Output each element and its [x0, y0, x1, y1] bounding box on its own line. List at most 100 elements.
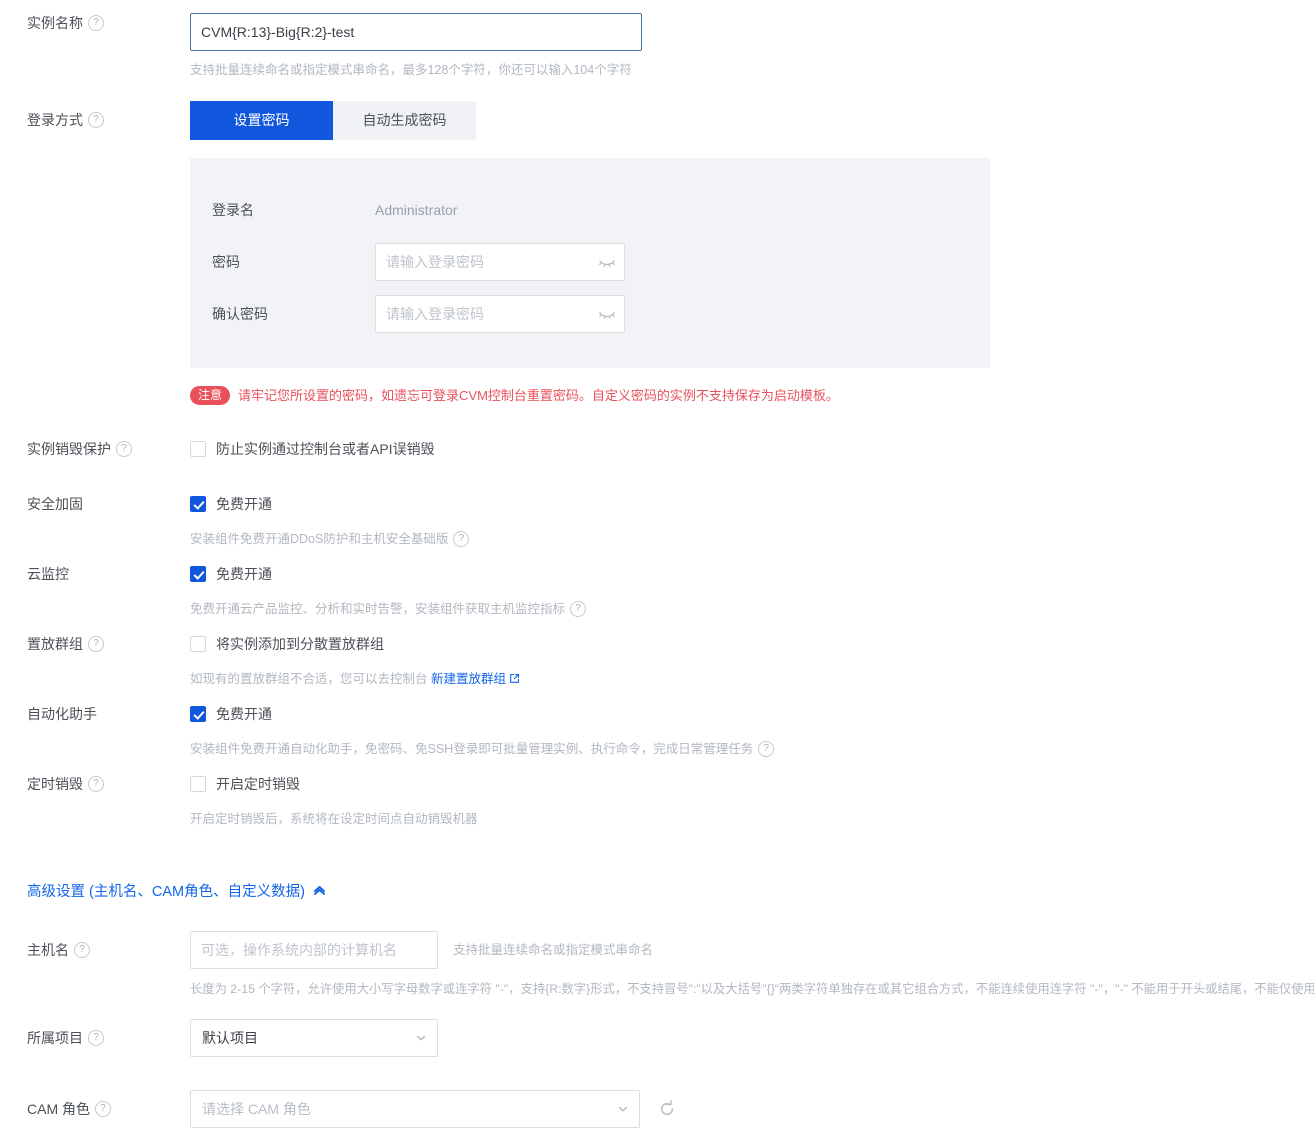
help-icon[interactable]: ?: [95, 1101, 111, 1117]
field-termination-protection: 防止实例通过控制台或者API误销毁: [190, 439, 1314, 459]
help-icon[interactable]: ?: [116, 441, 132, 457]
security-reinforce-checkbox-label[interactable]: 免费开通: [216, 494, 272, 514]
label-cam-role: CAM 角色 ?: [0, 1090, 190, 1119]
automation-assistant-checkbox-label[interactable]: 免费开通: [216, 704, 272, 724]
label-cam-role-text: CAM 角色: [27, 1101, 90, 1117]
label-termination-protection: 实例销毁保护 ?: [0, 439, 190, 459]
chevron-up-icon[interactable]: [312, 883, 327, 898]
field-automation-assistant: 免费开通 安装组件免费开通自动化助手，免密码、免SSH登录即可批量管理实例、执行…: [190, 704, 1314, 758]
chevron-down-icon[interactable]: [414, 1031, 428, 1045]
chevron-down-icon[interactable]: [616, 1102, 630, 1116]
row-automation-assistant: 自动化助手 免费开通 安装组件免费开通自动化助手，免密码、免SSH登录即可批量管…: [0, 688, 1314, 758]
advanced-settings-toggle[interactable]: 高级设置 (主机名、CAM角色、自定义数据): [0, 880, 1314, 901]
label-security-reinforce: 安全加固: [0, 494, 190, 514]
row-scheduled-termination: 定时销毁 ? 开启定时销毁 开启定时销毁后，系统将在设定时间点自动销毁机器: [0, 758, 1314, 828]
help-icon[interactable]: ?: [453, 531, 470, 547]
termination-protection-checkbox-label[interactable]: 防止实例通过控制台或者API误销毁: [216, 439, 435, 459]
password-panel-row-confirm: 确认密码: [212, 288, 990, 340]
cam-role-select[interactable]: 请选择 CAM 角色: [190, 1090, 640, 1128]
field-cloud-monitor: 免费开通 免费开通云产品监控、分析和实时告警，安装组件获取主机监控指标 ?: [190, 564, 1314, 618]
field-security-reinforce: 免费开通 安装组件免费开通DDoS防护和主机安全基础版 ?: [190, 494, 1314, 548]
external-link-icon[interactable]: [509, 671, 520, 683]
checkbox-line: 免费开通: [190, 704, 1314, 724]
help-icon[interactable]: ?: [758, 741, 775, 757]
checkbox-line: 将实例添加到分散置放群组: [190, 634, 1314, 654]
project-select-value: 默认项目: [202, 1030, 258, 1046]
label-instance-name-text: 实例名称: [27, 15, 83, 31]
cloud-monitor-hint-wrap: 免费开通云产品监控、分析和实时告警，安装组件获取主机监控指标 ?: [190, 600, 587, 618]
checkbox-line: 开启定时销毁: [190, 774, 1314, 794]
hostname-input[interactable]: [190, 931, 438, 969]
label-placement-group: 置放群组 ?: [0, 634, 190, 654]
hostname-side-hint: 支持批量连续命名或指定模式串命名: [453, 943, 654, 957]
security-reinforce-hint: 安装组件免费开通DDoS防护和主机安全基础版: [190, 532, 449, 546]
field-instance-name: 支持批量连续命名或指定模式串命名，最多128个字符，你还可以输入104个字符: [190, 13, 1314, 79]
help-icon[interactable]: ?: [570, 601, 587, 617]
label-automation-assistant: 自动化助手: [0, 704, 190, 724]
scheduled-termination-hint: 开启定时销毁后，系统将在设定时间点自动销毁机器: [190, 812, 478, 826]
password-input[interactable]: [375, 243, 625, 281]
refresh-icon[interactable]: [658, 1100, 676, 1118]
instance-config-form: 实例名称 ? 支持批量连续命名或指定模式串命名，最多128个字符，你还可以输入1…: [0, 0, 1314, 1128]
row-login-method: 登录方式 ? 设置密码 自动生成密码 登录名 Administrator 密码: [0, 79, 1314, 405]
advanced-settings-title: 高级设置 (主机名、CAM角色、自定义数据): [27, 884, 305, 900]
scheduled-termination-checkbox[interactable]: [190, 776, 206, 792]
cam-role-select-placeholder: 请选择 CAM 角色: [202, 1101, 311, 1117]
security-reinforce-hint-wrap: 安装组件免费开通DDoS防护和主机安全基础版 ?: [190, 530, 470, 548]
tab-set-password[interactable]: 设置密码: [190, 101, 333, 140]
automation-assistant-checkbox[interactable]: [190, 706, 206, 722]
confirm-password-input[interactable]: [375, 295, 625, 333]
label-password: 密码: [212, 254, 240, 270]
help-icon[interactable]: ?: [88, 1030, 104, 1046]
field-placement-group: 将实例添加到分散置放群组 如现有的置放群组不合适，您可以去控制台 新建置放群组: [190, 634, 1314, 688]
tab-auto-generate-password[interactable]: 自动生成密码: [333, 101, 476, 140]
eye-off-icon[interactable]: [598, 305, 616, 323]
notice-badge: 注意: [190, 386, 231, 405]
field-hostname: 支持批量连续命名或指定模式串命名 长度为 2-15 个字符，允许使用大小写字母数…: [190, 931, 1314, 998]
hostname-hint: 长度为 2-15 个字符，允许使用大小写字母数字或连字符 "-"，支持{R:数字…: [190, 982, 1314, 996]
create-placement-group-link[interactable]: 新建置放群组: [431, 672, 506, 686]
row-placement-group: 置放群组 ? 将实例添加到分散置放群组 如现有的置放群组不合适，您可以去控制台 …: [0, 618, 1314, 688]
field-cam-role: 请选择 CAM 角色: [190, 1090, 1314, 1128]
security-reinforce-checkbox[interactable]: [190, 496, 206, 512]
checkbox-line: 防止实例通过控制台或者API误销毁: [190, 439, 1314, 459]
value-login-name: Administrator: [375, 202, 458, 218]
eye-off-icon[interactable]: [598, 253, 616, 271]
checkbox-line: 免费开通: [190, 564, 1314, 584]
label-hostname-text: 主机名: [27, 942, 69, 958]
password-panel-row-password: 密码: [212, 236, 990, 288]
notice-text: 请牢记您所设置的密码，如遗忘可登录CVM控制台重置密码。自定义密码的实例不支持保…: [238, 387, 839, 403]
help-icon[interactable]: ?: [88, 776, 104, 792]
help-icon[interactable]: ?: [88, 15, 104, 31]
label-instance-name: 实例名称 ?: [0, 13, 190, 33]
row-termination-protection: 实例销毁保护 ? 防止实例通过控制台或者API误销毁: [0, 405, 1314, 459]
help-icon[interactable]: ?: [88, 112, 104, 128]
label-scheduled-termination-text: 定时销毁: [27, 776, 83, 792]
login-method-tabs: 设置密码 自动生成密码: [190, 101, 1314, 140]
instance-name-hint: 支持批量连续命名或指定模式串命名，最多128个字符，你还可以输入104个字符: [190, 63, 632, 77]
row-project: 所属项目 ? 默认项目: [0, 998, 1314, 1057]
cloud-monitor-checkbox-label[interactable]: 免费开通: [216, 564, 272, 584]
scheduled-termination-checkbox-label[interactable]: 开启定时销毁: [216, 774, 300, 794]
project-select[interactable]: 默认项目: [190, 1019, 438, 1057]
help-icon[interactable]: ?: [88, 636, 104, 652]
label-automation-assistant-text: 自动化助手: [27, 706, 97, 722]
row-security-reinforce: 安全加固 免费开通 安装组件免费开通DDoS防护和主机安全基础版 ?: [0, 459, 1314, 548]
password-panel: 登录名 Administrator 密码 请输入登录密码 确认密码 请输入登录密…: [190, 158, 990, 368]
label-login-name: 登录名: [212, 202, 254, 218]
instance-name-input[interactable]: [190, 13, 642, 51]
label-confirm-password: 确认密码: [212, 306, 268, 322]
termination-protection-checkbox[interactable]: [190, 441, 206, 457]
label-project: 所属项目 ?: [0, 1019, 190, 1048]
field-login-method: 设置密码 自动生成密码 登录名 Administrator 密码 请输入登录密码…: [190, 101, 1314, 405]
cloud-monitor-checkbox[interactable]: [190, 566, 206, 582]
placement-group-checkbox[interactable]: [190, 636, 206, 652]
password-input-wrap: [375, 243, 625, 281]
checkbox-line: 免费开通: [190, 494, 1314, 514]
label-security-reinforce-text: 安全加固: [27, 496, 83, 512]
row-hostname: 主机名 ? 支持批量连续命名或指定模式串命名 长度为 2-15 个字符，允许使用…: [0, 901, 1314, 998]
label-cloud-monitor-text: 云监控: [27, 566, 69, 582]
help-icon[interactable]: ?: [74, 942, 90, 958]
placement-group-checkbox-label[interactable]: 将实例添加到分散置放群组: [216, 634, 384, 654]
automation-assistant-hint: 安装组件免费开通自动化助手，免密码、免SSH登录即可批量管理实例、执行命令，完成…: [190, 742, 754, 756]
